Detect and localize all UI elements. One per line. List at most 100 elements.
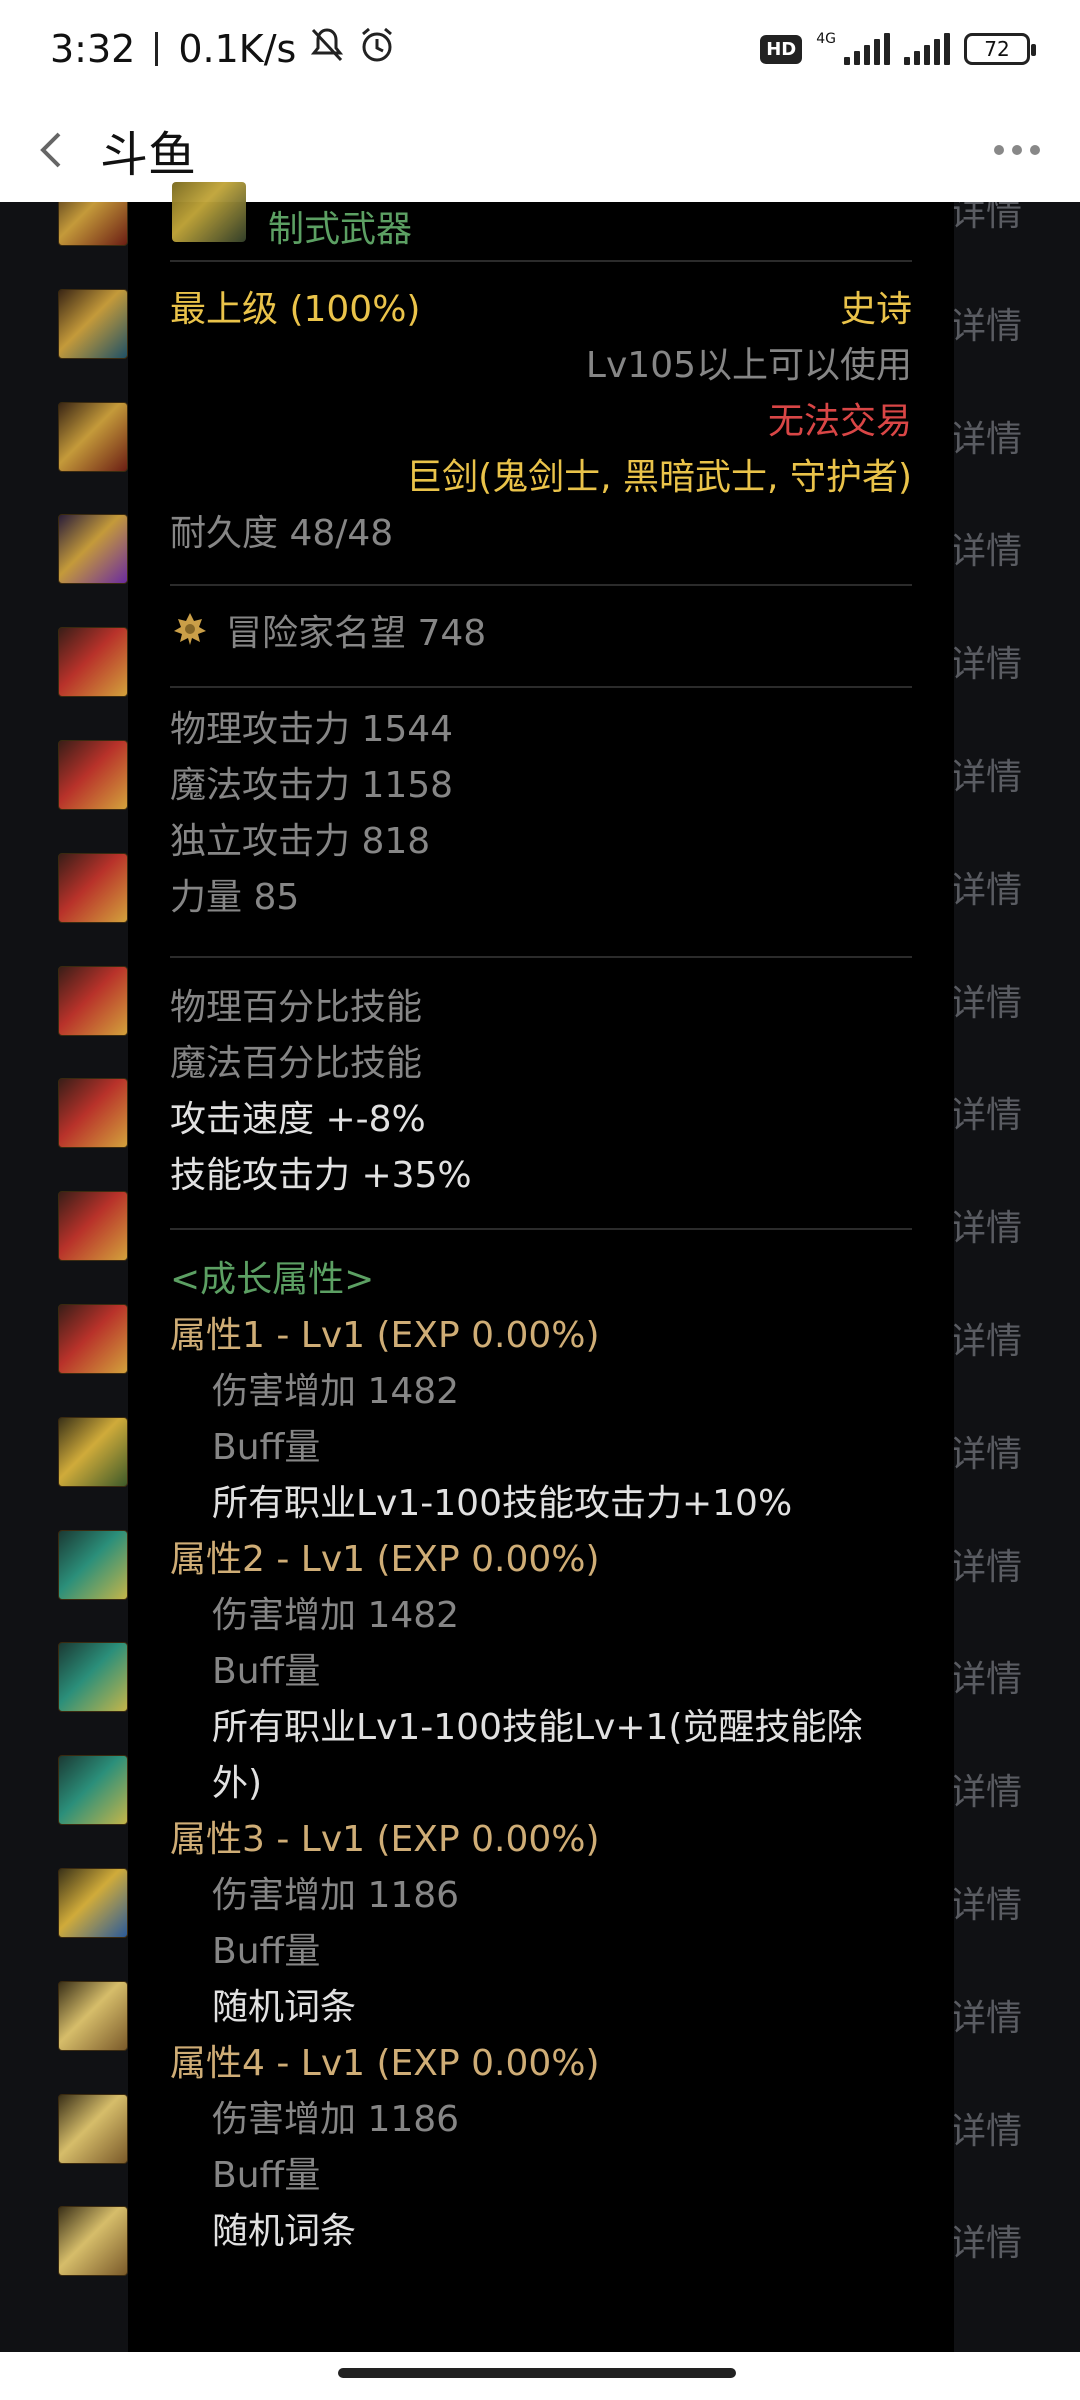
growth-header: <成长属性> (170, 1259, 375, 1300)
divider (170, 1228, 912, 1230)
detail-link[interactable]: 详情 (950, 1086, 1022, 1138)
item-thumbnail (58, 965, 128, 1036)
detail-link[interactable]: 详情 (950, 1538, 1022, 1590)
status-separator (155, 32, 159, 66)
growth-effect: 外) (212, 1763, 263, 1804)
divider (170, 686, 912, 688)
item-thumbnail (58, 2206, 128, 2277)
item-thumbnail (58, 1868, 128, 1938)
item-thumbnail (58, 514, 128, 585)
growth-title: 属性4 - Lv1 (EXP 0.00%) (170, 2043, 600, 2084)
growth-damage: 伤害增加 1186 (212, 2099, 460, 2140)
hd-badge: HD (760, 34, 803, 64)
stat-row: 物理攻击力 1544 (170, 709, 454, 750)
growth-buff: Buff量 (212, 1931, 321, 1972)
growth-effect: 所有职业Lv1-100技能攻击力+10% (212, 1483, 793, 1524)
growth-effect: 所有职业Lv1-100技能Lv+1(觉醒技能除 (212, 1707, 863, 1748)
growth-damage: 伤害增加 1186 (212, 1875, 460, 1916)
item-thumbnail (58, 852, 128, 923)
page-title: 斗鱼 (100, 127, 197, 183)
detail-link[interactable]: 详情 (950, 297, 1022, 349)
item-thumbnail (58, 288, 128, 359)
detail-link[interactable]: 详情 (950, 2102, 1022, 2154)
item-thumbnail (58, 1642, 128, 1713)
growth-title: 属性1 - Lv1 (EXP 0.00%) (170, 1315, 600, 1356)
item-thumbnail (58, 740, 128, 810)
growth-damage: 伤害增加 1482 (212, 1371, 460, 1412)
growth-title: 属性3 - Lv1 (EXP 0.00%) (170, 1819, 600, 1860)
item-thumbnail (58, 627, 128, 698)
signal-icon (844, 33, 890, 65)
item-grade: 最上级 (100%) (170, 289, 421, 330)
back-arrow-icon (40, 132, 61, 168)
growth-title: 属性2 - Lv1 (EXP 0.00%) (170, 1539, 600, 1580)
stat-row: 力量 85 (170, 877, 300, 918)
item-thumbnail (58, 401, 128, 472)
growth-effect: 随机词条 (212, 1987, 357, 2028)
level-requirement: Lv105以上可以使用 (585, 345, 912, 386)
durability: 耐久度 48/48 (170, 513, 394, 554)
item-thumbnail (58, 1416, 128, 1487)
alarm-icon (358, 26, 396, 73)
status-bar: 3:32 0.1K/s HD 4G 72 (0, 0, 1080, 98)
detail-link[interactable]: 详情 (950, 410, 1022, 462)
growth-buff: Buff量 (212, 1427, 321, 1468)
detail-link[interactable]: 详情 (950, 861, 1022, 913)
item-thumbnail (58, 1755, 128, 1826)
attack-speed: 攻击速度 +-8% (170, 1099, 426, 1140)
detail-link[interactable]: 详情 (950, 635, 1022, 687)
detail-link[interactable]: 详情 (950, 1425, 1022, 1477)
item-thumbnail (58, 1191, 128, 1262)
percent-skill-physical: 物理百分比技能 (170, 987, 423, 1028)
reputation: 冒险家名望 748 (226, 613, 487, 654)
mute-icon (310, 26, 344, 73)
item-thumbnail (58, 1529, 128, 1600)
percent-skill-magic: 魔法百分比技能 (170, 1043, 423, 1084)
divider (170, 584, 912, 586)
detail-link[interactable]: 详情 (950, 1763, 1022, 1815)
item-thumbnail (58, 1980, 128, 2051)
clock: 3:32 (50, 27, 136, 71)
divider (170, 260, 912, 262)
weapon-icon (172, 182, 246, 242)
more-dots-icon (994, 145, 1004, 155)
class-restriction: 巨剑(鬼剑士, 黑暗武士, 守护者) (406, 457, 912, 498)
divider (170, 956, 912, 958)
trade-status: 无法交易 (767, 401, 912, 442)
item-thumbnail (58, 2093, 128, 2164)
back-button[interactable] (0, 98, 100, 202)
growth-damage: 伤害增加 1482 (212, 1595, 460, 1636)
detail-link[interactable]: 详情 (950, 1199, 1022, 1251)
more-dot (1012, 145, 1022, 155)
network-type: 4G (816, 31, 836, 47)
detail-link[interactable]: 详情 (950, 1312, 1022, 1364)
battery-level: 72 (984, 37, 1010, 61)
growth-buff: Buff量 (212, 2155, 321, 2196)
growth-buff: Buff量 (212, 1651, 321, 1692)
signal-icon-2 (904, 33, 950, 65)
item-type: 制式武器 (268, 209, 413, 250)
item-thumbnail (58, 202, 128, 246)
detail-link[interactable]: 详情 (950, 1650, 1022, 1702)
more-dot (1030, 145, 1040, 155)
detail-link[interactable]: 详情 (950, 522, 1022, 574)
detail-link[interactable]: 详情 (950, 1989, 1022, 2041)
more-button[interactable] (994, 145, 1040, 155)
battery-icon: 72 (964, 33, 1036, 65)
skill-attack: 技能攻击力 +35% (170, 1155, 472, 1196)
item-thumbnail (58, 1304, 128, 1374)
item-tooltip: 制式武器 最上级 (100%) 史诗 Lv105以上可以使用 无法交易 巨剑(鬼… (128, 182, 954, 2352)
detail-link[interactable]: 详情 (950, 1876, 1022, 1928)
stat-row: 魔法攻击力 1158 (170, 765, 454, 806)
network-speed: 0.1K/s (178, 27, 297, 71)
app-bar: 斗鱼 (0, 98, 1080, 202)
stat-row: 独立攻击力 818 (170, 821, 431, 862)
detail-link[interactable]: 详情 (950, 202, 1022, 236)
detail-link[interactable]: 详情 (950, 974, 1022, 1026)
reputation-icon (170, 606, 210, 662)
detail-link[interactable]: 详情 (950, 748, 1022, 800)
growth-effect: 随机词条 (212, 2211, 357, 2252)
home-indicator[interactable] (338, 2368, 736, 2378)
item-rarity: 史诗 (839, 289, 912, 330)
detail-link[interactable]: 详情 (950, 2214, 1022, 2266)
